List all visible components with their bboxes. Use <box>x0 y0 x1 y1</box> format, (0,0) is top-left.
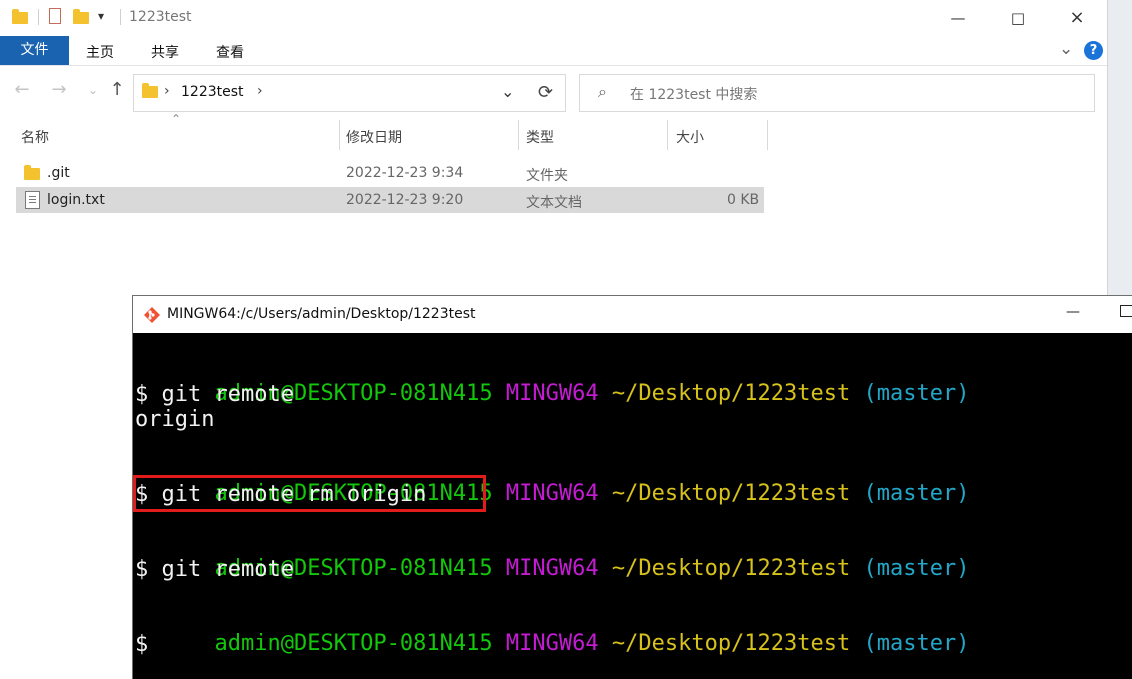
up-arrow-icon[interactable]: ↑ <box>105 78 129 102</box>
explorer-titlebar: ▾ 1223test — □ × <box>0 0 1107 36</box>
chevron-down-icon[interactable]: ▾ <box>98 9 104 23</box>
prompt-environment: MINGW64 <box>492 631 599 656</box>
prompt-path: ~/Desktop/1223test <box>598 556 851 581</box>
minimize-icon[interactable]: — <box>1066 304 1080 320</box>
file-list-header: ⌃ 名称 修改日期 类型 大小 <box>0 112 1107 150</box>
file-date: 2022-12-23 9:34 <box>346 165 464 181</box>
window-title: 1223test <box>129 9 192 25</box>
command-line: $ git remote <box>135 557 294 582</box>
prompt-line: admin@DESKTOP-081N415 MINGW64 ~/Desktop/… <box>135 533 969 581</box>
search-icon: ⌕ <box>598 82 607 101</box>
command-line: $ git remote <box>135 382 294 407</box>
sort-up-icon: ⌃ <box>171 112 182 126</box>
refresh-button[interactable]: ⟳ <box>527 74 566 112</box>
terminal-titlebar: MINGW64:/c/Users/admin/Desktop/1223test … <box>133 296 1132 334</box>
chevron-down-icon[interactable]: ⌄ <box>1059 39 1073 59</box>
command-line: $ <box>135 632 149 657</box>
column-modified-date[interactable]: 修改日期 <box>346 127 402 147</box>
column-divider <box>339 120 340 150</box>
prompt-line: admin@DESKTOP-081N415 MINGW64 ~/Desktop/… <box>135 358 969 406</box>
back-arrow-icon[interactable]: ← <box>10 78 34 102</box>
column-type[interactable]: 类型 <box>526 127 554 147</box>
help-icon[interactable]: ? <box>1084 41 1103 60</box>
prompt-path: ~/Desktop/1223test <box>598 381 851 406</box>
forward-arrow-icon[interactable]: → <box>47 78 71 102</box>
folder-icon <box>24 165 40 180</box>
checklist-icon[interactable] <box>49 8 61 24</box>
close-icon[interactable]: × <box>1065 6 1089 30</box>
chevron-right-icon[interactable]: › <box>164 83 170 99</box>
tab-share[interactable]: 共享 <box>151 42 179 62</box>
git-icon <box>144 307 160 323</box>
window-edge <box>1107 0 1132 295</box>
prompt-environment: MINGW64 <box>492 556 599 581</box>
prompt-path: ~/Desktop/1223test <box>598 481 851 506</box>
prompt-line: admin@DESKTOP-081N415 MINGW64 ~/Desktop/… <box>135 608 969 656</box>
chevron-down-icon[interactable]: ⌄ <box>501 82 514 101</box>
refresh-icon: ⟳ <box>538 82 554 103</box>
tab-view[interactable]: 查看 <box>216 42 244 62</box>
prompt-branch: (master) <box>850 381 970 406</box>
column-name[interactable]: 名称 <box>21 127 49 147</box>
prompt-user-host: admin@DESKTOP-081N415 <box>214 631 493 656</box>
file-type: 文本文档 <box>526 195 582 211</box>
prompt-environment: MINGW64 <box>492 381 599 406</box>
prompt-branch: (master) <box>850 631 970 656</box>
minimize-icon[interactable]: — <box>946 6 970 30</box>
document-icon <box>25 191 40 209</box>
column-divider <box>767 120 768 150</box>
title-separator <box>38 9 39 25</box>
column-size[interactable]: 大小 <box>676 127 704 147</box>
prompt-branch: (master) <box>850 556 970 581</box>
prompt-branch: (master) <box>850 481 970 506</box>
command-highlight-box <box>133 475 486 512</box>
file-row-git[interactable]: .git 2022-12-23 9:34 文件夹 <box>16 160 764 186</box>
title-separator <box>120 9 121 25</box>
folder-icon <box>142 83 158 98</box>
ribbon: 文件 主页 共享 查看 ⌄ ? <box>0 36 1107 66</box>
chevron-right-icon[interactable]: › <box>257 83 263 99</box>
file-row-login[interactable]: login.txt 2022-12-23 9:20 文本文档 0 KB <box>16 187 764 213</box>
file-name: login.txt <box>47 192 105 208</box>
chevron-down-icon[interactable]: ⌄ <box>81 78 105 102</box>
prompt-environment: MINGW64 <box>492 481 599 506</box>
search-input[interactable]: ⌕ 在 1223test 中搜索 <box>579 74 1095 112</box>
tab-file[interactable]: 文件 <box>0 36 69 65</box>
address-bar[interactable]: › 1223test › ⌄ <box>133 74 529 112</box>
terminal-title: MINGW64:/c/Users/admin/Desktop/1223test <box>167 306 476 322</box>
file-type: 文件夹 <box>526 168 568 184</box>
maximize-icon[interactable] <box>1120 305 1132 317</box>
maximize-icon[interactable]: □ <box>1006 6 1030 30</box>
column-divider <box>518 120 519 150</box>
file-date: 2022-12-23 9:20 <box>346 192 464 208</box>
output-line: origin <box>135 407 215 432</box>
prompt-path: ~/Desktop/1223test <box>598 631 851 656</box>
column-divider <box>667 120 668 150</box>
breadcrumb-item[interactable]: 1223test <box>181 84 244 100</box>
file-size: 0 KB <box>727 192 760 208</box>
folder-icon[interactable] <box>73 9 89 24</box>
folder-icon <box>12 9 28 24</box>
search-placeholder: 在 1223test 中搜索 <box>630 87 758 103</box>
file-name: .git <box>47 165 70 181</box>
tab-home[interactable]: 主页 <box>86 42 114 62</box>
